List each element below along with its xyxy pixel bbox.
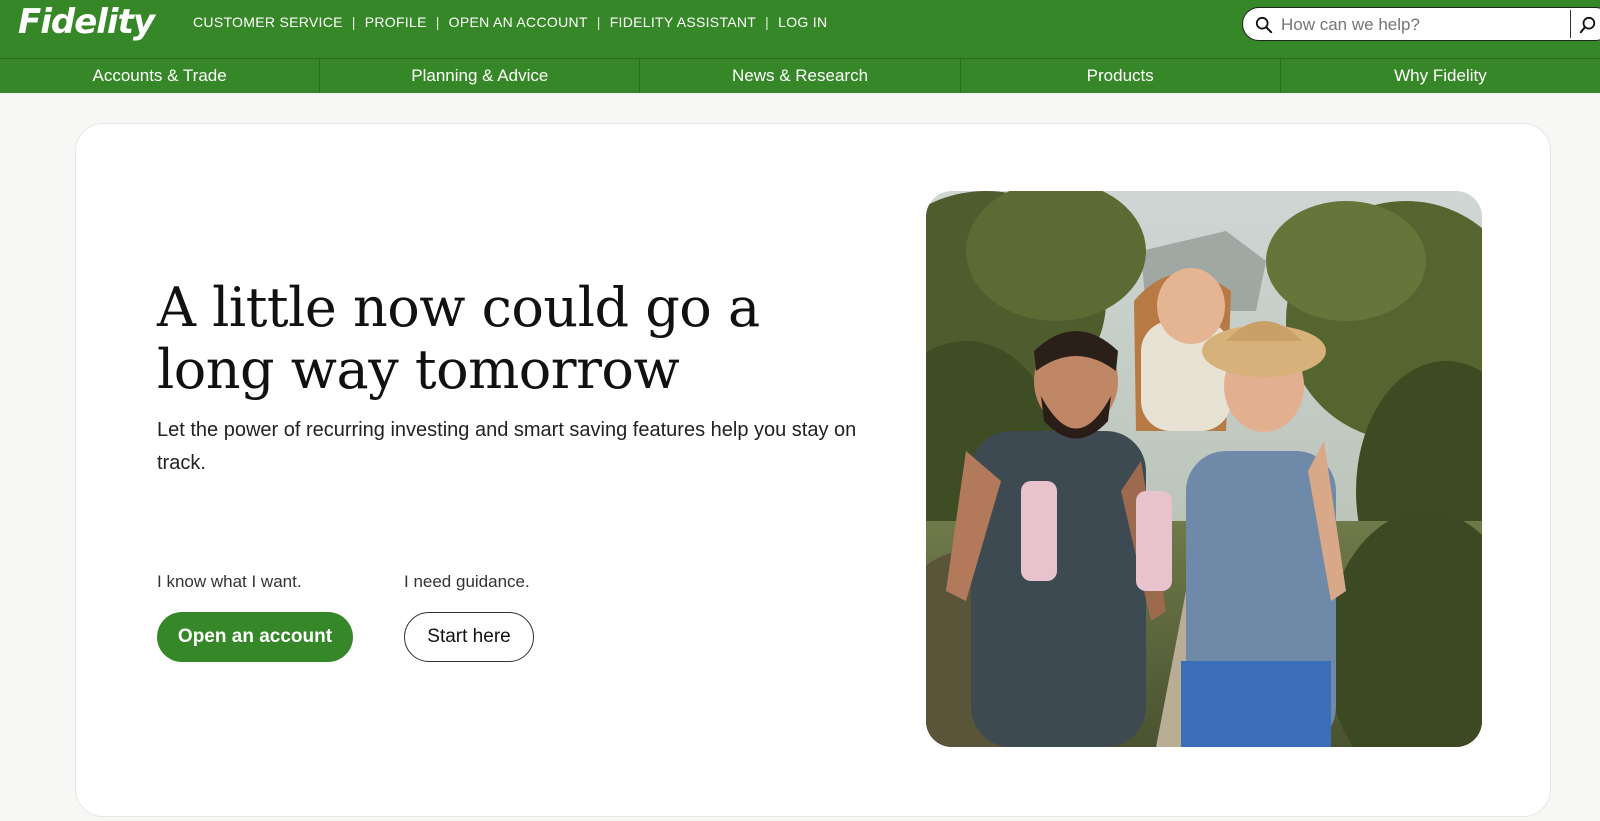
cta-prompt-know: I know what I want. — [157, 572, 302, 591]
hero-subtext: Let the power of recurring investing and… — [157, 419, 857, 474]
utility-link-fidelity-assistant[interactable]: FIDELITY ASSISTANT — [610, 14, 756, 30]
start-here-button[interactable]: Start here — [404, 612, 534, 662]
fidelity-logo[interactable]: Fidelity — [18, 2, 155, 42]
utility-link-log-in[interactable]: LOG IN — [778, 14, 827, 30]
main-nav: Accounts & Trade Planning & Advice News … — [0, 58, 1600, 93]
utility-nav: CUSTOMER SERVICE | PROFILE | OPEN AN ACC… — [193, 14, 827, 30]
utility-link-profile[interactable]: PROFILE — [365, 14, 427, 30]
utility-separator: | — [765, 14, 770, 30]
search-icon — [1255, 16, 1273, 34]
nav-item-accounts-trade[interactable]: Accounts & Trade — [0, 59, 321, 93]
search-input[interactable] — [1281, 14, 1561, 36]
hero-headline: A little now could go a long way tomorro… — [157, 276, 760, 401]
top-bar: Fidelity CUSTOMER SERVICE | PROFILE | OP… — [0, 0, 1600, 58]
hero-card: A little now could go a long way tomorro… — [75, 123, 1551, 817]
search-divider — [1570, 10, 1571, 38]
nav-item-products[interactable]: Products — [961, 59, 1281, 93]
utility-separator: | — [351, 14, 356, 30]
nav-item-planning-advice[interactable]: Planning & Advice — [320, 59, 641, 93]
family-photo — [926, 191, 1482, 747]
open-account-button[interactable]: Open an account — [157, 612, 353, 662]
family-photo-illustration — [926, 191, 1482, 747]
search-box — [1242, 7, 1600, 41]
nav-item-news-research[interactable]: News & Research — [640, 59, 961, 93]
utility-separator: | — [435, 14, 440, 30]
nav-item-why-fidelity[interactable]: Why Fidelity — [1281, 59, 1600, 93]
utility-link-open-account[interactable]: OPEN AN ACCOUNT — [449, 14, 588, 30]
cta-prompt-guidance: I need guidance. — [404, 572, 530, 591]
search-submit-icon[interactable] — [1579, 16, 1597, 34]
utility-separator: | — [596, 14, 601, 30]
utility-link-customer-service[interactable]: CUSTOMER SERVICE — [193, 14, 343, 30]
